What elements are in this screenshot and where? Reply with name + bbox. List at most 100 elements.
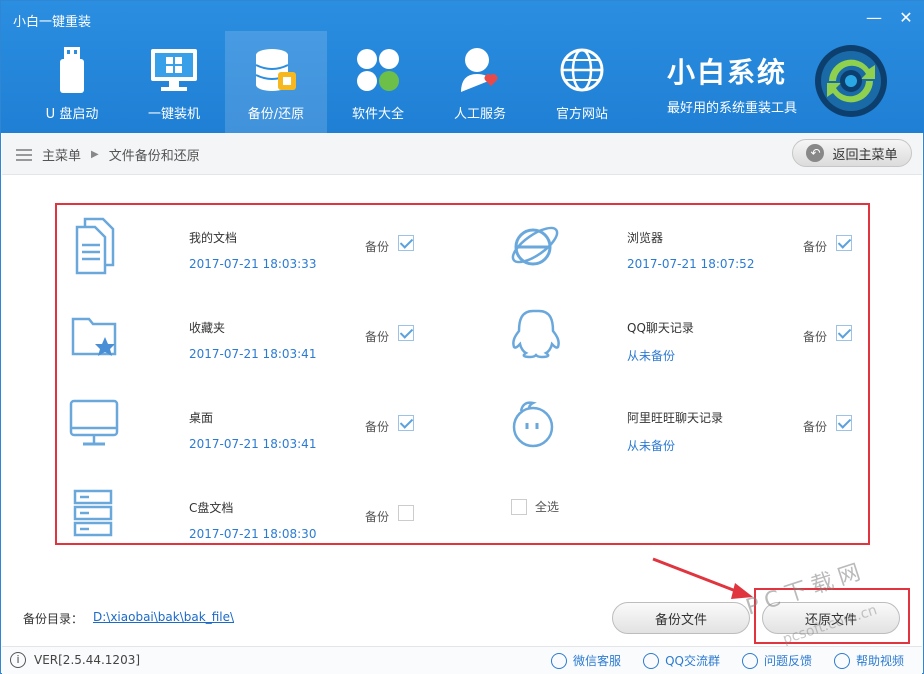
footer-link-label: 问题反馈 <box>763 654 812 668</box>
backup-label: 备份 <box>365 420 390 434</box>
header-bar: 小白一键重装 — ✕ U 盘启动 一键装机 备份/还原 软件大全 人工服务 官方… <box>1 1 924 133</box>
backup-checkbox[interactable] <box>398 505 414 521</box>
backup-checkbox[interactable] <box>398 415 414 431</box>
item-date: 从未备份 <box>627 439 676 453</box>
nav-label: 人工服务 <box>453 107 506 122</box>
main-nav: U 盘启动 一键装机 备份/还原 软件大全 人工服务 官方网站 <box>21 31 633 133</box>
usb-icon <box>47 45 97 95</box>
backup-checkbox[interactable] <box>398 325 414 341</box>
database-backup-icon <box>251 45 301 95</box>
wechat-icon <box>551 652 568 669</box>
backup-dir-link[interactable]: D:\xiaobai\bak\bak_file\ <box>93 610 234 624</box>
backup-checkbox[interactable] <box>836 325 852 341</box>
item-title: 桌面 <box>189 411 214 425</box>
desktop-monitor-icon <box>67 395 127 455</box>
brand-name: 小白系统 <box>667 56 788 89</box>
brand-slogan: 最好用的系统重装工具 <box>667 101 798 116</box>
version-text: VER[2.5.44.1203] <box>34 653 141 667</box>
backup-label: 备份 <box>803 240 828 254</box>
nav-item-usb-boot[interactable]: U 盘启动 <box>21 31 123 133</box>
qq-icon <box>643 652 660 669</box>
breadcrumb-current: 文件备份和还原 <box>108 149 200 164</box>
footer-link-label: 微信客服 <box>573 654 622 668</box>
item-title: 阿里旺旺聊天记录 <box>627 411 724 425</box>
monitor-windows-icon <box>149 45 199 95</box>
documents-icon <box>67 215 127 275</box>
window-title: 小白一键重装 <box>13 15 92 30</box>
minimize-button[interactable]: — <box>865 9 883 27</box>
nav-label: 软件大全 <box>351 107 404 122</box>
backup-checkbox[interactable] <box>836 415 852 431</box>
item-title: C盘文档 <box>189 501 234 515</box>
item-date: 2017-07-21 18:03:33 <box>189 257 317 271</box>
globe-icon <box>557 45 607 95</box>
back-to-main-button[interactable]: ↶ 返回主菜单 <box>792 139 912 167</box>
user-heart-icon <box>455 45 505 95</box>
item-date: 2017-07-21 18:03:41 <box>189 347 317 361</box>
browser-ie-icon <box>505 215 565 275</box>
info-icon: i <box>10 652 26 668</box>
brand: 小白系统 最好用的系统重装工具 <box>667 51 797 116</box>
item-title: 我的文档 <box>189 231 238 245</box>
help-video-link[interactable]: 帮助视频 <box>833 652 904 669</box>
item-date: 2017-07-21 18:08:30 <box>189 527 317 541</box>
qq-penguin-icon <box>505 305 565 365</box>
backup-label: 备份 <box>803 330 828 344</box>
back-arrow-icon: ↶ <box>806 144 825 162</box>
nav-item-backup-restore[interactable]: 备份/还原 <box>225 31 327 133</box>
breadcrumb-bar: 主菜单 ▶ 文件备份和还原 ↶ 返回主菜单 <box>2 133 922 175</box>
breadcrumb-separator-icon: ▶ <box>91 149 99 160</box>
wangwang-icon <box>505 395 565 455</box>
select-all-checkbox[interactable] <box>511 498 527 515</box>
nav-label: 一键装机 <box>147 107 200 122</box>
item-title: 浏览器 <box>627 231 664 245</box>
nav-label: U 盘启动 <box>45 107 99 122</box>
menu-list-icon <box>16 148 32 161</box>
item-wangwang-chat: 阿里旺旺聊天记录 从未备份 备份 <box>499 389 879 469</box>
close-button[interactable]: ✕ <box>897 9 915 27</box>
breadcrumb-root[interactable]: 主菜单 <box>42 145 81 164</box>
footer-link-label: 帮助视频 <box>855 654 904 668</box>
server-drive-icon <box>67 485 127 545</box>
item-date: 2017-07-21 18:07:52 <box>627 257 755 271</box>
window-controls: — ✕ <box>865 9 915 27</box>
backup-label: 备份 <box>365 330 390 344</box>
backup-dir-label: 备份目录： <box>23 612 84 626</box>
nav-label: 官方网站 <box>555 107 608 122</box>
item-date: 从未备份 <box>627 349 676 363</box>
nav-item-website[interactable]: 官方网站 <box>531 31 633 133</box>
nav-item-support[interactable]: 人工服务 <box>429 31 531 133</box>
item-qq-chat: QQ聊天记录 从未备份 备份 <box>499 299 879 379</box>
item-c-drive-docs: C盘文档 2017-07-21 18:08:30 备份 <box>61 479 441 559</box>
help-icon <box>833 652 850 669</box>
footer-bar: i VER[2.5.44.1203] 微信客服 QQ交流群 问题反馈 帮助视频 <box>2 646 922 674</box>
feedback-icon <box>741 652 758 669</box>
feedback-link[interactable]: 问题反馈 <box>741 652 812 669</box>
wechat-service-link[interactable]: 微信客服 <box>551 652 621 669</box>
qq-group-link[interactable]: QQ交流群 <box>643 652 720 669</box>
favorites-folder-icon <box>67 305 127 365</box>
backup-checkbox[interactable] <box>836 235 852 251</box>
item-date: 2017-07-21 18:03:41 <box>189 437 317 451</box>
backup-checkbox[interactable] <box>398 235 414 251</box>
apps-clover-icon <box>353 45 403 95</box>
nav-item-software[interactable]: 软件大全 <box>327 31 429 133</box>
item-desktop: 桌面 2017-07-21 18:03:41 备份 <box>61 389 441 469</box>
version-info: i VER[2.5.44.1203] <box>10 652 140 668</box>
backup-label: 备份 <box>803 420 828 434</box>
app-window: 小白一键重装 — ✕ U 盘启动 一键装机 备份/还原 软件大全 人工服务 官方… <box>0 0 924 674</box>
footer-links: 微信客服 QQ交流群 问题反馈 帮助视频 <box>551 652 904 669</box>
breadcrumb: 主菜单 ▶ 文件备份和还原 <box>16 145 200 164</box>
backup-items-panel: 我的文档 2017-07-21 18:03:33 备份 浏览器 2017-07-… <box>55 203 870 545</box>
nav-item-one-click-install[interactable]: 一键装机 <box>123 31 225 133</box>
item-my-documents: 我的文档 2017-07-21 18:03:33 备份 <box>61 209 441 289</box>
item-browser: 浏览器 2017-07-21 18:07:52 备份 <box>499 209 879 289</box>
item-title: 收藏夹 <box>189 321 226 335</box>
item-title: QQ聊天记录 <box>627 321 694 335</box>
backup-label: 备份 <box>365 510 390 524</box>
backup-label: 备份 <box>365 240 390 254</box>
backup-files-button[interactable]: 备份文件 <box>612 602 750 634</box>
select-all[interactable]: 全选 <box>511 498 559 515</box>
brand-logo-icon <box>813 43 889 123</box>
footer-link-label: QQ交流群 <box>665 654 720 668</box>
